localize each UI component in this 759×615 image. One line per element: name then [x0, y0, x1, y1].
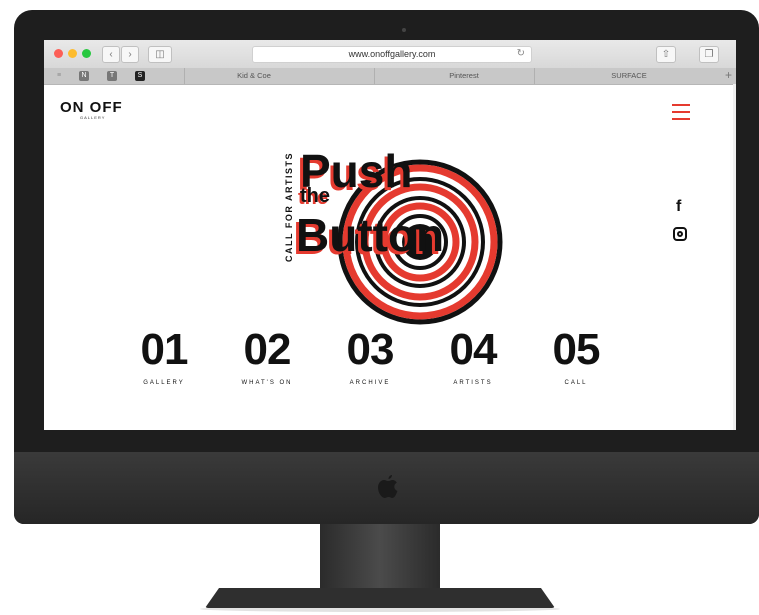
tab-divider [534, 68, 535, 84]
address-bar[interactable]: www.onoffgallery.com ↻ [252, 46, 532, 63]
nav-label: ARTISTS [453, 380, 493, 386]
nav-label: CALL [564, 380, 588, 386]
url-text: www.onoffgallery.com [348, 49, 436, 59]
new-tab-icon[interactable]: + [725, 68, 732, 82]
nav-item-gallery[interactable]: 01 GALLERY [119, 325, 209, 387]
favorites-bar: ≡ N T S Kid & Coe Pinterest SURFACE + [44, 68, 736, 85]
tab-divider [374, 68, 375, 84]
nav-number: 05 [552, 325, 601, 374]
screen: ‹ › ◫ www.onoffgallery.com ↻ ⇧ ❐ ≡ N T S… [44, 40, 736, 430]
hero-word-button: Button [296, 209, 445, 261]
nav-item-call[interactable]: 05 CALL [531, 325, 621, 387]
show-tabs-button[interactable]: ❐ [699, 46, 719, 63]
close-window-button[interactable] [54, 49, 63, 58]
forward-button[interactable]: › [121, 46, 139, 63]
hamburger-menu-icon[interactable] [672, 104, 690, 125]
monitor-stand [320, 524, 440, 588]
nav-number: 04 [449, 325, 498, 374]
reload-icon[interactable]: ↻ [517, 48, 525, 59]
back-button[interactable]: ‹ [102, 46, 120, 63]
nav-label: ARCHIVE [349, 380, 391, 386]
nav-label: WHAT'S ON [241, 380, 293, 386]
apple-logo-icon [378, 475, 398, 498]
nav-item-archive[interactable]: 03 ARCHIVE [325, 325, 415, 387]
browser-toolbar: ‹ › ◫ www.onoffgallery.com ↻ ⇧ ❐ [44, 40, 736, 69]
stand-base [205, 588, 555, 608]
nav-number: 01 [140, 325, 189, 374]
zoom-window-button[interactable] [82, 49, 91, 58]
tab-kid-coe[interactable]: Kid & Coe [194, 71, 314, 80]
hero-word-the: the [300, 185, 330, 207]
favorite-n[interactable]: N [79, 71, 89, 81]
tab-surface[interactable]: SURFACE [564, 71, 694, 80]
camera [402, 28, 406, 32]
nav-number: 02 [243, 325, 292, 374]
site-logo-subtitle: GALLERY [80, 115, 106, 120]
share-button[interactable]: ⇧ [656, 46, 676, 63]
sidebar-toggle-button[interactable]: ◫ [148, 46, 172, 63]
instagram-icon[interactable] [673, 227, 687, 241]
tab-divider [184, 68, 185, 84]
tab-pinterest[interactable]: Pinterest [414, 71, 514, 80]
nav-number: 03 [346, 325, 395, 374]
minimize-window-button[interactable] [68, 49, 77, 58]
facebook-icon[interactable]: f [676, 198, 681, 216]
favorite-t[interactable]: T [107, 71, 117, 81]
site-logo[interactable]: ON OFF [60, 99, 123, 116]
page-scrollbar[interactable] [733, 84, 736, 430]
call-for-artists-label: CALL FOR ARTISTS [284, 152, 294, 262]
nav-item-whats-on[interactable]: 02 WHAT'S ON [222, 325, 312, 387]
favorite-s[interactable]: S [135, 71, 145, 81]
top-sites-icon[interactable]: ≡ [54, 71, 64, 81]
nav-label: GALLERY [143, 380, 185, 386]
nav-item-artists[interactable]: 04 ARTISTS [428, 325, 518, 387]
